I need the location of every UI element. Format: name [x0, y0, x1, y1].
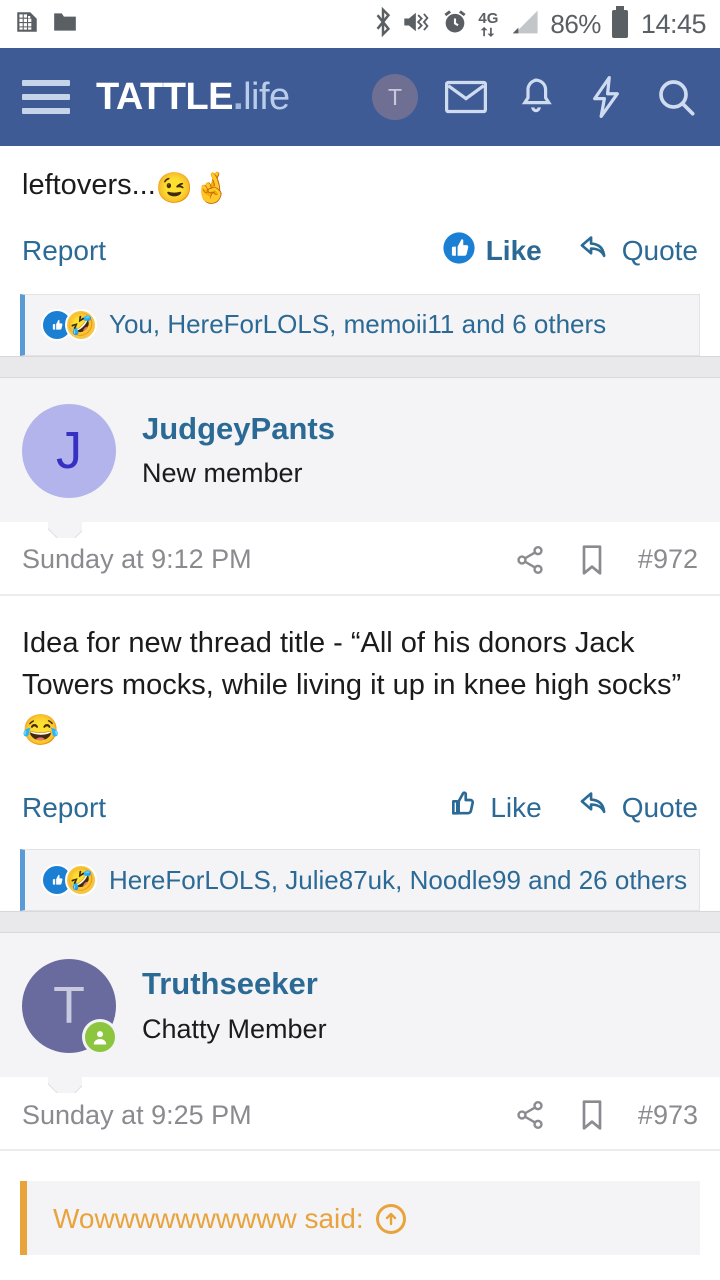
mute-vibrate-icon	[402, 9, 432, 40]
reactions-text: HereForLOLS, Julie87uk, Noodle99 and 26 …	[109, 864, 688, 895]
quote-label: Quote	[621, 235, 698, 266]
jump-to-post-arrow-icon[interactable]	[375, 1204, 406, 1235]
like-label: Like	[490, 791, 542, 823]
android-status-bar: 4G 86% 14:45	[0, 0, 720, 48]
bookmark-icon[interactable]	[578, 1099, 606, 1131]
reaction-badges: 🤣	[41, 864, 97, 897]
alarm-icon	[441, 8, 469, 41]
avatar[interactable]: J	[22, 403, 116, 498]
avatar-wrap[interactable]: J	[22, 403, 116, 498]
lightning-icon[interactable]	[584, 75, 628, 119]
inbox-icon[interactable]	[444, 75, 488, 119]
post-separator	[0, 355, 720, 378]
reactions-text: You, HereForLOLS, memoii11 and 6 others	[109, 309, 607, 339]
post-meta-row: Sunday at 9:25 PM #973	[0, 1077, 720, 1152]
reaction-rofl-icon: 🤣	[65, 308, 97, 341]
user-title: Chatty Member	[142, 1013, 327, 1044]
logo-dot: .	[233, 75, 244, 118]
share-icon[interactable]	[514, 1099, 546, 1131]
thumbs-up-filled-icon	[442, 231, 476, 272]
4g-data-icon: 4G	[478, 11, 498, 38]
reactions-bar[interactable]: 🤣 You, HereForLOLS, memoii11 and 6 other…	[20, 293, 700, 356]
battery-icon	[610, 5, 630, 43]
reaction-rofl-icon: 🤣	[65, 864, 97, 897]
post-body: Idea for new thread title - “All of his …	[0, 622, 720, 753]
post-body: leftovers...😉🤞	[0, 146, 720, 211]
quote-attribution: Wowwwwwwwwww said:	[53, 1203, 678, 1235]
joy-emoji: 😂	[22, 713, 60, 747]
username-link[interactable]: Truthseeker	[142, 965, 327, 1004]
search-icon[interactable]	[654, 75, 698, 119]
quote-button[interactable]: Quote	[578, 233, 698, 270]
post-body-text: leftovers...	[22, 169, 156, 201]
post-body-text: Idea for new thread title - “All of his …	[22, 626, 682, 701]
reactions-bar[interactable]: 🤣 HereForLOLS, Julie87uk, Noodle99 and 2…	[20, 849, 700, 912]
avatar-wrap[interactable]: T	[22, 959, 118, 1056]
post-973: T Truthseeker Chatty Member Sunday at 9:…	[0, 933, 720, 1256]
app-navbar: TATTLE.life T	[0, 48, 720, 146]
logo-main-text: TATTLE	[96, 75, 234, 118]
report-link[interactable]: Report	[22, 235, 106, 267]
like-button[interactable]: Like	[448, 788, 542, 827]
post-date[interactable]: Sunday at 9:12 PM	[22, 544, 252, 575]
share-icon[interactable]	[514, 544, 546, 576]
alerts-bell-icon[interactable]	[514, 75, 558, 119]
like-button[interactable]: Like	[442, 231, 542, 272]
thumbs-up-outline-icon	[448, 788, 480, 827]
post-partial: leftovers...😉🤞 Report Like Quote 🤣 You, …	[0, 146, 720, 356]
header-notch	[48, 521, 82, 538]
quote-label: Quote	[621, 791, 698, 823]
post-user-header: J JudgeyPants New member	[0, 377, 720, 522]
online-status-icon	[82, 1019, 118, 1056]
quote-button[interactable]: Quote	[578, 789, 698, 826]
sim-card-icon	[14, 9, 40, 40]
thread-content: leftovers...😉🤞 Report Like Quote 🤣 You, …	[0, 146, 720, 1256]
avatar[interactable]: T	[372, 74, 418, 120]
bluetooth-icon	[373, 6, 393, 42]
quote-block: Wowwwwwwwwww said:	[20, 1181, 700, 1256]
site-logo[interactable]: TATTLE.life	[96, 76, 290, 119]
post-meta-row: Sunday at 9:12 PM #972	[0, 522, 720, 596]
like-label: Like	[485, 235, 542, 266]
post-date[interactable]: Sunday at 9:25 PM	[22, 1100, 252, 1131]
quote-reply-icon	[578, 789, 612, 826]
logo-sub-text: life	[243, 75, 290, 118]
bookmark-icon[interactable]	[578, 544, 606, 576]
post-separator	[0, 911, 720, 934]
status-bar-clock: 14:45	[640, 8, 707, 39]
header-notch	[48, 1076, 82, 1093]
post-number[interactable]: #973	[638, 1100, 698, 1131]
post-number[interactable]: #972	[638, 544, 698, 575]
signal-icon	[507, 8, 541, 41]
user-title: New member	[142, 458, 303, 489]
reaction-badges: 🤣	[41, 308, 97, 341]
post-actions: Report Like Quote	[0, 758, 720, 843]
crossed-fingers-emoji: 🤞	[193, 172, 231, 205]
username-link[interactable]: JudgeyPants	[142, 410, 335, 449]
folder-icon	[52, 11, 78, 38]
quote-author-label: Wowwwwwwwwww said:	[53, 1203, 364, 1235]
post-actions: Report Like Quote	[0, 211, 720, 288]
hamburger-menu-icon[interactable]	[22, 80, 70, 114]
wink-emoji: 😉	[155, 172, 194, 205]
post-972: J JudgeyPants New member Sunday at 9:12 …	[0, 377, 720, 912]
post-user-header: T Truthseeker Chatty Member	[0, 933, 720, 1078]
battery-percent-label: 86%	[550, 8, 601, 39]
quote-reply-icon	[578, 233, 612, 270]
report-link[interactable]: Report	[22, 792, 106, 824]
